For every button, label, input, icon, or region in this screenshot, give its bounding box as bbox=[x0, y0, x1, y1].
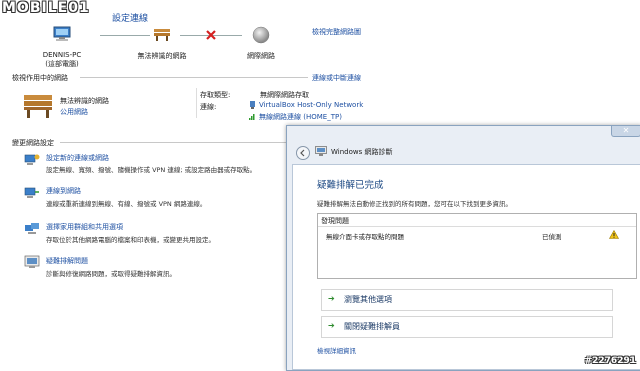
network-adapter-icon bbox=[249, 101, 256, 109]
dialog-title: Windows 網路診斷 bbox=[331, 148, 393, 156]
setup-connection-icon bbox=[24, 153, 40, 167]
connection-virtualbox-link[interactable]: VirtualBox Host-Only Network bbox=[259, 101, 363, 109]
green-arrow-icon: ➔ bbox=[328, 321, 335, 330]
troubleshoot-heading: 疑難排解已完成 bbox=[317, 180, 384, 191]
task-connect-network-desc: 連線或重新連線到無線、有線、撥號或 VPN 網路連線。 bbox=[46, 200, 207, 208]
view-detail-link[interactable]: 檢視詳細資訊 bbox=[317, 345, 356, 355]
diagnostics-icon bbox=[315, 146, 327, 156]
troubleshoot-icon bbox=[24, 255, 40, 269]
homegroup-icon bbox=[24, 221, 40, 235]
unidentified-network-label: 無法辨識的網路 bbox=[137, 52, 187, 60]
connect-disconnect-link[interactable]: 連線或中斷連線 bbox=[312, 73, 361, 83]
wifi-signal-icon bbox=[249, 112, 256, 120]
problem-row[interactable]: 無線介面卡或存取點的問題 已偵測 bbox=[318, 228, 636, 242]
computer-name: DENNIS-PC bbox=[42, 51, 82, 59]
watermark-logo: MOBILE01 bbox=[2, 0, 90, 16]
watermark-post-id: #2276291 bbox=[584, 356, 636, 366]
task-troubleshoot-desc: 診斷與修復網路問題，或取得疑難排解資訊。 bbox=[46, 270, 176, 278]
access-type-label: 存取類型: bbox=[200, 91, 231, 99]
dialog-content: 疑難排解已完成 疑難排解無法自動修正找到的所有問題，您可在以下找到更多資訊。 發… bbox=[292, 164, 640, 370]
disconnected-x-icon bbox=[206, 30, 216, 40]
explore-options-button[interactable]: ➔ 瀏覽其他選項 bbox=[321, 289, 613, 311]
back-arrow-icon bbox=[300, 149, 305, 157]
internet-label: 網際網路 bbox=[247, 52, 275, 60]
globe-icon bbox=[252, 26, 270, 44]
task-troubleshoot[interactable]: 疑難排解問題 bbox=[46, 256, 88, 266]
task-connect-network[interactable]: 連線到網路 bbox=[46, 186, 81, 196]
computer-icon bbox=[52, 26, 72, 42]
green-arrow-icon: ➔ bbox=[328, 294, 335, 303]
page-title: 設定連線 bbox=[112, 14, 149, 24]
close-button[interactable]: ✕ bbox=[611, 126, 640, 137]
close-troubleshooter-label: 關閉疑難排解員 bbox=[344, 322, 400, 331]
change-settings-header: 變更網路設定 bbox=[12, 139, 54, 147]
connect-network-icon bbox=[24, 186, 40, 200]
access-type-value: 無網際網路存取 bbox=[260, 91, 309, 99]
problems-list: 發現問題 無線介面卡或存取點的問題 已偵測 bbox=[317, 213, 637, 279]
bench-large-icon bbox=[22, 93, 54, 119]
task-setup-connection-desc: 設定無線、寬頻、撥號、隨機操作或 VPN 連線; 或設定路由器或存取點。 bbox=[46, 166, 257, 174]
close-troubleshooter-button[interactable]: ➔ 關閉疑難排解員 bbox=[321, 316, 613, 338]
active-networks-header: 檢視作用中的網路 bbox=[12, 74, 68, 82]
view-full-map-link[interactable]: 檢視完整網路圖 bbox=[312, 27, 361, 37]
network-type-link[interactable]: 公用網路 bbox=[60, 107, 88, 117]
back-button[interactable] bbox=[296, 146, 310, 160]
connections-label: 連線: bbox=[200, 103, 217, 111]
connection-wireless-link[interactable]: 無線網路連線 (HOME_TP) bbox=[259, 112, 342, 122]
problem-text: 無線介面卡或存取點的問題 bbox=[326, 233, 404, 241]
problem-status: 已偵測 bbox=[542, 233, 562, 241]
problems-list-header: 發現問題 bbox=[321, 217, 349, 225]
troubleshoot-description: 疑難排解無法自動修正找到的所有問題，您可在以下找到更多資訊。 bbox=[317, 200, 512, 208]
bench-icon bbox=[152, 26, 172, 42]
computer-sub-label: (這部電腦) bbox=[45, 60, 79, 68]
warning-icon bbox=[608, 229, 620, 239]
task-homegroup-sharing[interactable]: 選擇家用群組和共用選項 bbox=[46, 222, 123, 232]
task-setup-connection[interactable]: 設定新的連線或網路 bbox=[46, 153, 109, 163]
task-homegroup-sharing-desc: 存取位於其他網路電腦的檔案和印表機，或變更共用設定。 bbox=[46, 236, 215, 244]
active-network-name: 無法辨識的網路 bbox=[60, 97, 109, 105]
network-diagnostics-dialog: Windows 網路診斷 ✕ 疑難排解已完成 疑難排解無法自動修正找到的所有問題… bbox=[286, 125, 640, 371]
close-icon: ✕ bbox=[622, 126, 630, 135]
explore-options-label: 瀏覽其他選項 bbox=[344, 295, 392, 304]
